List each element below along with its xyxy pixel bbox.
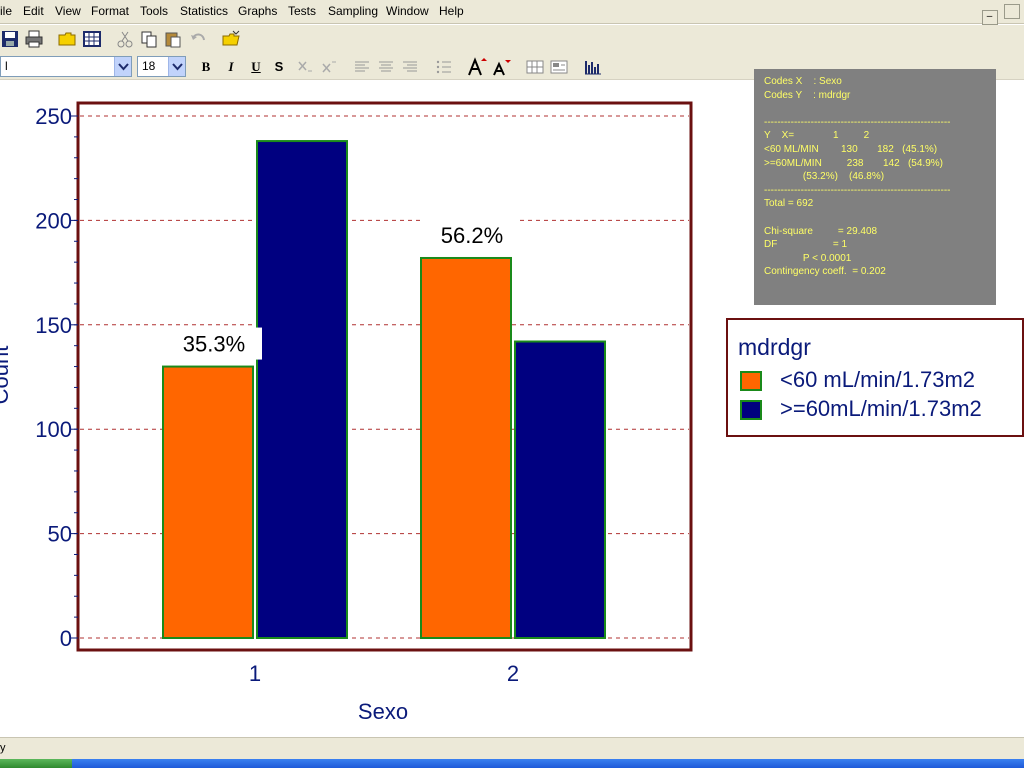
menu-statistics[interactable]: Statistics [180,4,228,18]
restore-button[interactable] [1004,4,1020,19]
x-tick-label: 1 [249,661,261,686]
superscript-icon[interactable] [320,57,340,77]
chevron-down-icon[interactable] [114,57,131,76]
stats-line: ----------------------------------------… [764,116,951,128]
italic-button[interactable]: I [222,57,240,77]
menu-bar: ile Edit View Format Tools Statistics Gr… [0,0,1024,25]
stats-line: DF = 1 [764,239,848,251]
table-format-icon[interactable] [549,57,569,77]
stats-line [764,211,996,225]
chart-legend: mdrdgr <60 mL/min/1.73m2 >=60mL/min/1.73… [726,318,1024,437]
legend-swatch [740,371,762,391]
font-name-value: l [5,59,8,73]
bold-button[interactable]: B [197,57,215,77]
menu-view[interactable]: View [55,4,81,18]
legend-item-lt60: <60 mL/min/1.73m2 [740,367,1020,395]
legend-title: mdrdgr [738,334,811,360]
stats-line: Y X= 1 2 [764,130,870,142]
y-tick-label: 0 [60,626,72,651]
font-size-select[interactable]: 18 [137,56,186,77]
start-button[interactable] [0,759,72,768]
y-tick-label: 50 [48,522,72,547]
font-name-select[interactable]: l [0,56,132,77]
menu-help[interactable]: Help [439,4,464,18]
legend-item-label: >=60mL/min/1.73m2 [780,396,982,421]
align-center-icon[interactable] [376,57,396,77]
strikeout-button[interactable]: S [270,57,288,77]
bar-chart-icon[interactable] [583,57,603,77]
print-icon[interactable] [24,29,44,49]
decrease-font-icon[interactable] [491,57,511,77]
y-tick-labels: 0 50 100 150 200 250 [35,104,72,651]
y-tick-label: 100 [35,417,72,442]
minimize-button[interactable]: – [981,10,998,25]
stats-line: (53.2%) (46.8%) [764,171,885,183]
percentage-annotation: 56.2% [441,223,503,248]
menu-window[interactable]: Window [386,4,429,18]
y-axis-label: Count [0,346,13,405]
bar-series1-cat2 [420,256,512,639]
menu-format[interactable]: Format [91,4,129,18]
bar-series1-cat1 [162,365,254,639]
stats-line: Total = 692 [764,198,814,210]
y-tick-label: 200 [35,208,72,233]
undo-icon[interactable] [188,29,208,49]
taskbar [0,759,1024,768]
bar-chart: 050100150200250 12 35.3%56.2% Sexo Count [0,101,693,724]
open-file-icon[interactable] [221,29,241,49]
spreadsheet-icon[interactable] [82,29,102,49]
chevron-down-icon[interactable] [168,57,185,76]
stats-line: >=60ML/MIN 238 142 (54.9%) [764,157,943,169]
x-tick-labels: 12 [249,661,519,686]
stats-line: Contingency coeff. = 0.202 [764,266,886,278]
standard-toolbar [0,25,1024,53]
menu-tools[interactable]: Tools [140,4,168,18]
paste-icon[interactable] [163,29,183,49]
stats-line: P < 0.0001 [764,252,852,264]
save-icon[interactable] [0,29,20,49]
open-folder-icon[interactable] [57,29,77,49]
status-text: y [0,742,6,754]
bar-series2-cat1 [256,140,348,639]
table-grid-icon[interactable] [525,57,545,77]
legend-swatch [740,400,762,420]
menu-graphs[interactable]: Graphs [238,4,277,18]
y-tick-label: 250 [35,104,72,129]
statistics-summary-panel: Codes X : Sexo Codes Y : mdrdgr ---------… [754,69,996,305]
increase-font-icon[interactable] [467,57,487,77]
percentage-annotation: 35.3% [183,332,245,357]
stats-line: ----------------------------------------… [764,184,951,196]
stats-line: <60 ML/MIN 130 182 (45.1%) [764,143,938,155]
subscript-icon[interactable] [296,57,316,77]
legend-item-label: <60 mL/min/1.73m2 [780,367,976,392]
stats-line: Chi-square = 29.408 [764,225,878,237]
legend-item-ge60: >=60mL/min/1.73m2 [740,396,1020,424]
menu-edit[interactable]: Edit [23,4,44,18]
bullets-icon[interactable] [434,57,454,77]
x-tick-label: 2 [507,661,519,686]
copy-icon[interactable] [139,29,159,49]
align-left-icon[interactable] [352,57,372,77]
bar-series2-cat2 [514,340,606,639]
menu-sampling[interactable]: Sampling [328,4,378,18]
align-right-icon[interactable] [400,57,420,77]
underline-button[interactable]: U [247,57,265,77]
stats-line: Codes Y : mdrdgr [764,89,851,101]
cut-icon[interactable] [115,29,135,49]
stats-line: Codes X : Sexo [764,76,842,87]
stats-line [764,102,996,116]
status-bar: y [0,737,1024,759]
menu-file[interactable]: ile [0,4,12,18]
y-tick-label: 150 [35,313,72,338]
menu-tests[interactable]: Tests [288,4,316,18]
font-size-value: 18 [142,59,156,73]
x-axis-label: Sexo [358,699,408,724]
